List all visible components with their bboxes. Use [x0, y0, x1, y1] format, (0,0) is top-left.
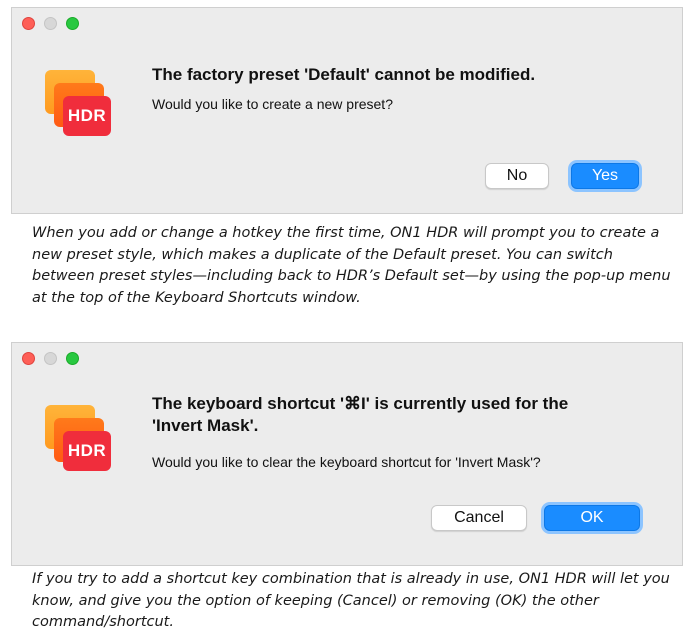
caption-preset: When you add or change a hotkey the firs…: [32, 225, 671, 306]
title-bar: [12, 8, 682, 40]
preset-dialog: HDR The factory preset 'Default' cannot …: [11, 7, 683, 214]
close-window-button[interactable]: [22, 352, 35, 365]
caption-shortcut: If you try to add a shortcut key combina…: [32, 571, 670, 630]
hdr-icon-label: HDR: [63, 431, 111, 471]
dialog-message: Would you like to clear the keyboard sho…: [152, 454, 541, 470]
zoom-window-button[interactable]: [66, 352, 79, 365]
close-window-button[interactable]: [22, 17, 35, 30]
title-bar: [12, 343, 682, 375]
minimize-window-button[interactable]: [44, 17, 57, 30]
hdr-app-icon: HDR: [45, 405, 111, 471]
hdr-app-icon: HDR: [45, 70, 111, 136]
yes-button[interactable]: Yes: [571, 163, 639, 189]
dialog-title: The factory preset 'Default' cannot be m…: [152, 65, 536, 84]
hdr-icon-label: HDR: [63, 96, 111, 136]
no-button[interactable]: No: [485, 163, 549, 189]
zoom-window-button[interactable]: [66, 17, 79, 30]
cancel-button[interactable]: Cancel: [431, 505, 527, 531]
shortcut-conflict-dialog: HDR The keyboard shortcut '⌘I' is curren…: [11, 342, 683, 566]
dialog-message: Would you like to create a new preset?: [152, 96, 393, 112]
ok-button[interactable]: OK: [544, 505, 640, 531]
minimize-window-button[interactable]: [44, 352, 57, 365]
dialog-title: The keyboard shortcut '⌘I' is currently …: [152, 394, 569, 435]
